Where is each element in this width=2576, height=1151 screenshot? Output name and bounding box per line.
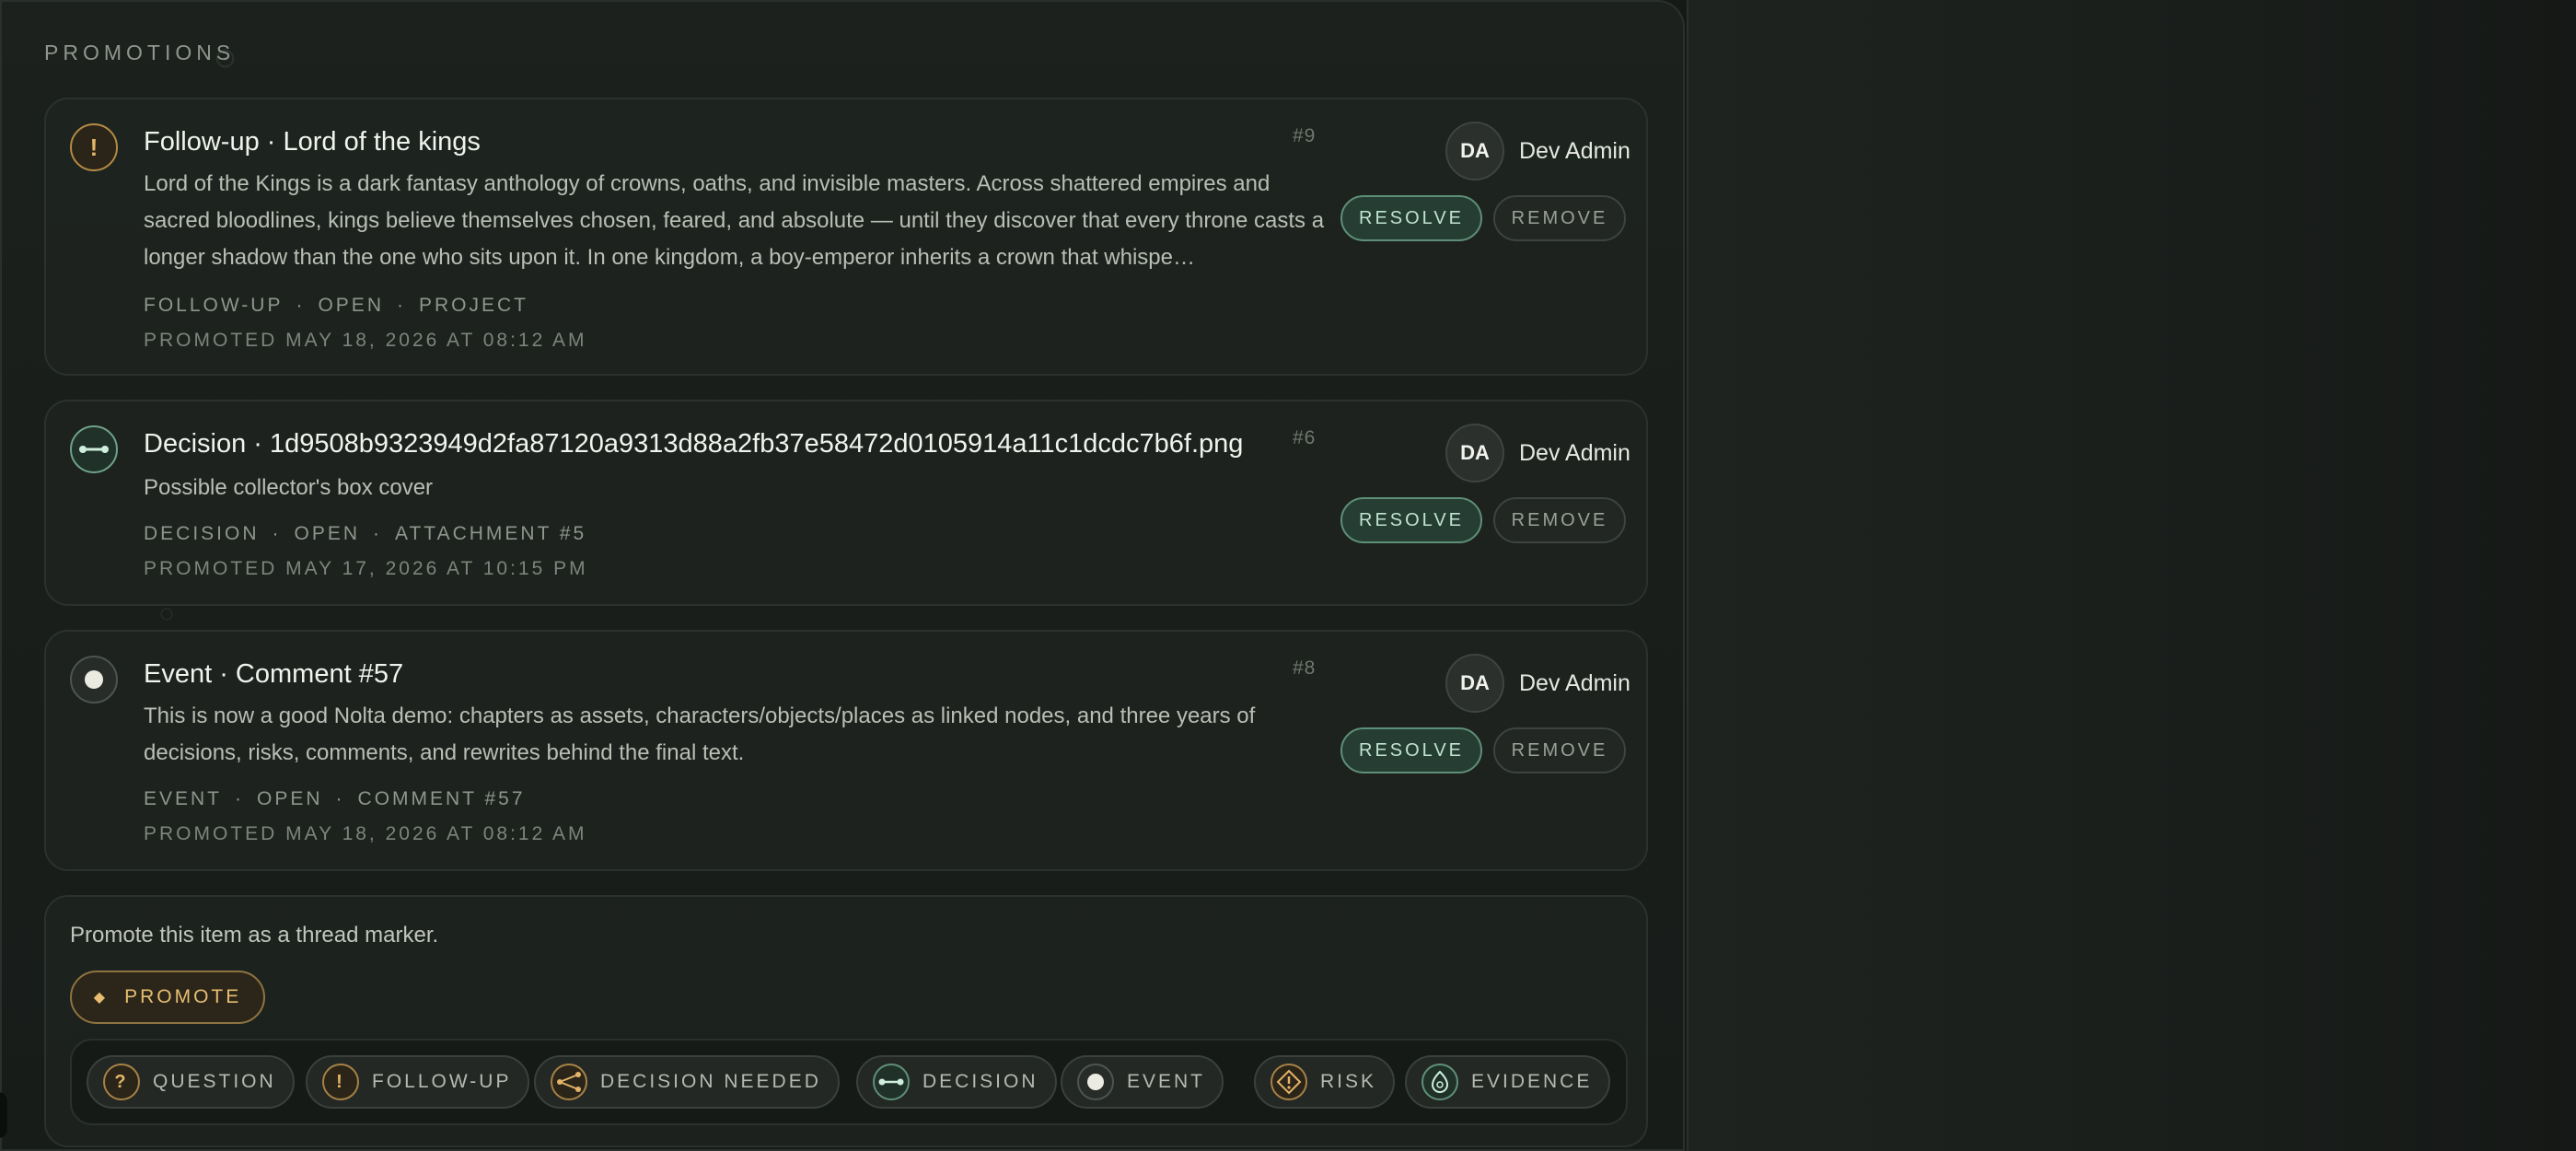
promotion-number: #6 bbox=[1293, 427, 1317, 448]
section-title: PROMOTIONS bbox=[44, 41, 236, 64]
meta-status: OPEN bbox=[294, 523, 361, 544]
evidence-icon bbox=[1421, 1064, 1458, 1100]
exclamation-icon: ! bbox=[70, 123, 118, 171]
promote-description: Promote this item as a thread marker. bbox=[70, 923, 439, 948]
meta-scope: ATTACHMENT #5 bbox=[395, 523, 587, 544]
promotion-card: Decision · 1d9508b9323949d2fa87120a9313d… bbox=[44, 400, 1648, 606]
meta-separator: · bbox=[296, 295, 306, 316]
promotion-meta: DECISION · OPEN · ATTACHMENT #5 bbox=[144, 523, 586, 545]
promotion-number: #8 bbox=[1293, 657, 1317, 679]
marker-chip-decision[interactable]: DECISION bbox=[856, 1055, 1057, 1109]
promotion-title: Event · Comment #57 bbox=[144, 659, 404, 689]
meta-type: FOLLOW-UP bbox=[144, 295, 284, 316]
remove-button[interactable]: REMOVE bbox=[1493, 195, 1626, 241]
meta-status: OPEN bbox=[318, 295, 384, 316]
marker-type-bar: ? QUESTION ! FOLLOW-UP DECISION NEEDED D… bbox=[70, 1039, 1628, 1125]
marker-chip-follow-up[interactable]: ! FOLLOW-UP bbox=[306, 1055, 530, 1109]
meta-separator: · bbox=[396, 295, 406, 316]
marker-chip-event[interactable]: EVENT bbox=[1061, 1055, 1224, 1109]
promotion-title: Decision · 1d9508b9323949d2fa87120a9313d… bbox=[144, 429, 1244, 459]
promotion-title: Follow-up · Lord of the kings bbox=[144, 127, 481, 157]
promotion-number: #9 bbox=[1293, 125, 1317, 146]
avatar: DA bbox=[1445, 122, 1504, 180]
decision-icon bbox=[70, 425, 118, 473]
resolve-button[interactable]: RESOLVE bbox=[1340, 497, 1482, 543]
event-icon bbox=[70, 656, 118, 703]
exclamation-icon: ! bbox=[322, 1064, 359, 1100]
promote-card: Promote this item as a thread marker. ◆ … bbox=[44, 895, 1648, 1147]
diamond-icon: ◆ bbox=[93, 990, 109, 1006]
meta-separator: · bbox=[335, 788, 345, 809]
edge-handle bbox=[0, 1092, 7, 1138]
meta-scope: COMMENT #57 bbox=[357, 788, 526, 809]
resolve-button[interactable]: RESOLVE bbox=[1340, 727, 1482, 773]
promote-button[interactable]: ◆ PROMOTE bbox=[70, 971, 265, 1024]
remove-button[interactable]: REMOVE bbox=[1493, 497, 1626, 543]
promotions-panel: ⊙ ○ PROMOTIONS ! Follow-up · Lord of the… bbox=[0, 0, 1685, 1151]
chip-label: RISK bbox=[1320, 1071, 1377, 1092]
event-icon bbox=[1077, 1064, 1114, 1100]
user-name: Dev Admin bbox=[1519, 138, 1630, 164]
promotion-body: Possible collector's box cover bbox=[144, 475, 434, 500]
promotion-meta: EVENT · OPEN · COMMENT #57 bbox=[144, 788, 526, 810]
chip-label: FOLLOW-UP bbox=[372, 1071, 512, 1092]
user-name: Dev Admin bbox=[1519, 440, 1630, 466]
avatar: DA bbox=[1445, 654, 1504, 713]
meta-status: OPEN bbox=[257, 788, 323, 809]
chip-label: EVENT bbox=[1127, 1071, 1206, 1092]
decision-icon bbox=[873, 1064, 910, 1100]
meta-scope: PROJECT bbox=[418, 295, 528, 316]
meta-separator: · bbox=[272, 523, 282, 544]
meta-type: EVENT bbox=[144, 788, 223, 809]
promotion-meta: FOLLOW-UP · OPEN · PROJECT bbox=[144, 295, 528, 317]
user-name: Dev Admin bbox=[1519, 670, 1630, 696]
marker-chip-risk[interactable]: RISK bbox=[1254, 1055, 1396, 1109]
promote-button-label: PROMOTE bbox=[124, 986, 242, 1007]
side-pane-background bbox=[1687, 0, 2576, 1151]
meta-type: DECISION bbox=[144, 523, 260, 544]
promotion-card: Event · Comment #57 This is now a good N… bbox=[44, 630, 1648, 871]
marker-chip-evidence[interactable]: EVIDENCE bbox=[1405, 1055, 1611, 1109]
promoted-timestamp: PROMOTED MAY 18, 2026 AT 08:12 AM bbox=[144, 330, 587, 351]
marker-chip-question[interactable]: ? QUESTION bbox=[87, 1055, 295, 1109]
promotion-body: This is now a good Nolta demo: chapters … bbox=[144, 703, 1256, 765]
promoted-timestamp: PROMOTED MAY 18, 2026 AT 08:12 AM bbox=[144, 823, 587, 844]
promoted-timestamp: PROMOTED MAY 17, 2026 AT 10:15 PM bbox=[144, 558, 588, 579]
promotion-body: Lord of the Kings is a dark fantasy anth… bbox=[144, 171, 1325, 270]
chip-label: DECISION bbox=[922, 1071, 1039, 1092]
chip-label: DECISION NEEDED bbox=[600, 1071, 821, 1092]
marker-chip-decision-needed[interactable]: DECISION NEEDED bbox=[534, 1055, 840, 1109]
branch-icon bbox=[551, 1064, 587, 1100]
meta-separator: · bbox=[235, 788, 245, 809]
chip-label: QUESTION bbox=[153, 1071, 276, 1092]
remove-button[interactable]: REMOVE bbox=[1493, 727, 1626, 773]
promotion-card: ! Follow-up · Lord of the kings Lord of … bbox=[44, 98, 1648, 376]
risk-icon bbox=[1271, 1064, 1307, 1100]
meta-separator: · bbox=[373, 523, 383, 544]
chip-label: EVIDENCE bbox=[1471, 1071, 1593, 1092]
question-icon: ? bbox=[103, 1064, 140, 1100]
avatar: DA bbox=[1445, 424, 1504, 482]
resolve-button[interactable]: RESOLVE bbox=[1340, 195, 1482, 241]
